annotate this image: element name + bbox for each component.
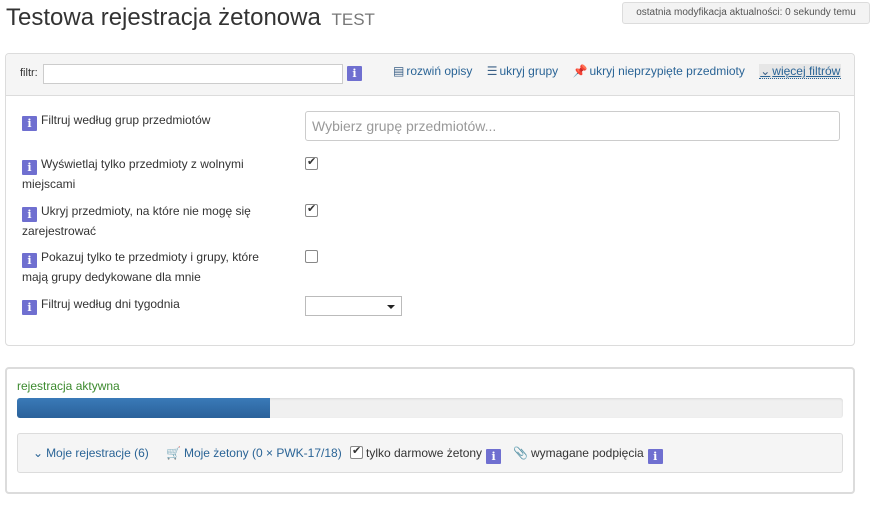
- info-icon[interactable]: i: [347, 66, 362, 81]
- dedicated-groups-label-wrap: i Pokazuj tylko te przedmioty i grupy, kt…: [22, 248, 277, 286]
- page-title: Testowa rejestracja żetonowa TEST: [6, 4, 375, 32]
- hide-groups-link[interactable]: ☰ ukryj grupy: [487, 64, 558, 78]
- last-modified-note: ostatnia modyfikacja aktualności: 0 seku…: [622, 2, 870, 24]
- group-filter-control: Wybierz grupę przedmiotów...: [305, 111, 840, 141]
- registration-progress-bar: [17, 398, 843, 418]
- my-tokens-label: Moje żetony (0 × PWK-17/18): [183, 446, 342, 460]
- registration-panel: rejestracja aktywna ⌄ Moje rejestracje (6…: [5, 367, 855, 494]
- pin-icon: 📌: [572, 64, 588, 78]
- filter-label: filtr:: [20, 67, 38, 79]
- filter-panel: filtr: i ▤ rozwiń opisy ☰ ukryj grupy 📌 ukr…: [5, 53, 855, 346]
- free-tokens-label: tylko darmowe żetony: [366, 446, 483, 460]
- page-title-text: Testowa rejestracja żetonowa: [6, 4, 321, 31]
- filter-input[interactable]: [43, 64, 343, 84]
- group-filter-label-wrap: i Filtruj według grup przedmiotów: [22, 111, 277, 131]
- paperclip-icon: 📎: [513, 446, 528, 460]
- group-filter-label: Filtruj według grup przedmiotów: [41, 113, 211, 127]
- dedicated-groups-checkbox[interactable]: [305, 250, 318, 263]
- filter-row-dedicated: i Pokazuj tylko te przedmioty i grupy, kt…: [22, 248, 842, 284]
- hide-groups-label: ukryj grupy: [499, 64, 559, 78]
- weekday-filter-control: [305, 295, 402, 316]
- filter-toolbar: ▤ rozwiń opisy ☰ ukryj grupy 📌 ukryj nieprz…: [393, 64, 842, 79]
- free-places-checkbox[interactable]: [305, 155, 318, 170]
- free-tokens-toggle[interactable]: tylko darmowe żetonyi: [350, 444, 502, 464]
- filter-row-groups: i Filtruj według grup przedmiotów Wybierz…: [22, 111, 842, 145]
- expand-descriptions-label: rozwiń opisy: [406, 64, 473, 78]
- info-icon[interactable]: i: [647, 449, 663, 464]
- hide-unregisterable-label-wrap: i Ukryj przedmioty, na które nie mogę się…: [22, 202, 277, 240]
- chevron-down-icon: ⌄: [760, 64, 771, 78]
- filter-bar: filtr: i ▤ rozwiń opisy ☰ ukryj grupy 📌 ukr…: [6, 54, 854, 96]
- dedicated-groups-label: Pokazuj tylko te przedmioty i grupy, któ…: [22, 250, 259, 284]
- more-filters-link[interactable]: ⌄ więcej filtrów: [759, 64, 842, 79]
- filter-row-weekday: i Filtruj według dni tygodnia: [22, 295, 842, 317]
- hide-unregisterable-label: Ukryj przedmioty, na które nie mogę się …: [22, 204, 251, 238]
- info-icon[interactable]: i: [22, 116, 37, 131]
- list-icon: ▤: [393, 64, 405, 78]
- my-registrations-label: Moje rejestracje (6): [46, 446, 149, 460]
- my-registrations-link[interactable]: ⌄ Moje rejestracje (6): [33, 446, 149, 460]
- free-places-label: Wyświetlaj tylko przedmioty z wolnymi mi…: [22, 157, 244, 191]
- hide-unregisterable-control: [305, 202, 318, 217]
- weekday-select[interactable]: [305, 296, 402, 316]
- hide-unpinned-label: ukryj nieprzypięte przedmioty: [589, 64, 745, 78]
- info-icon[interactable]: i: [22, 300, 37, 315]
- free-tokens-checkbox[interactable]: [350, 444, 363, 459]
- weekday-filter-label-wrap: i Filtruj według dni tygodnia: [22, 295, 277, 315]
- menu-lines-icon: ☰: [486, 64, 498, 78]
- required-attachments[interactable]: 📎 wymagane podpięcia i: [513, 446, 663, 464]
- chevron-down-icon: ⌄: [33, 446, 44, 460]
- free-places-control: [305, 155, 318, 170]
- info-icon[interactable]: i: [22, 207, 37, 222]
- filter-row-hide-unregisterable: i Ukryj przedmioty, na które nie mogę się…: [22, 202, 842, 238]
- my-tokens-link[interactable]: 🛒 Moje żetony (0 × PWK-17/18): [166, 446, 342, 460]
- filter-row-free-places: i Wyświetlaj tylko przedmioty z wolnymi m…: [22, 155, 842, 191]
- weekday-filter-label: Filtruj według dni tygodnia: [41, 297, 180, 311]
- group-select[interactable]: Wybierz grupę przedmiotów...: [305, 111, 840, 141]
- expand-descriptions-link[interactable]: ▤ rozwiń opisy: [393, 64, 472, 78]
- registration-status: rejestracja aktywna: [17, 379, 120, 393]
- registration-progress-fill: [17, 398, 270, 418]
- hide-unregisterable-checkbox[interactable]: [305, 202, 318, 217]
- dedicated-groups-control: [305, 248, 318, 263]
- hide-unpinned-link[interactable]: 📌 ukryj nieprzypięte przedmioty: [573, 64, 745, 78]
- info-icon[interactable]: i: [22, 253, 37, 268]
- required-attachments-label: wymagane podpięcia: [530, 446, 644, 460]
- cart-icon: 🛒: [166, 446, 181, 460]
- info-icon[interactable]: i: [486, 449, 502, 464]
- free-places-label-wrap: i Wyświetlaj tylko przedmioty z wolnymi m…: [22, 155, 277, 193]
- registration-toolbar: ⌄ Moje rejestracje (6) 🛒 Moje żetony (0 × …: [17, 433, 843, 473]
- more-filters-label: więcej filtrów: [772, 64, 841, 78]
- page-title-suffix: TEST: [331, 10, 375, 29]
- info-icon[interactable]: i: [22, 160, 37, 175]
